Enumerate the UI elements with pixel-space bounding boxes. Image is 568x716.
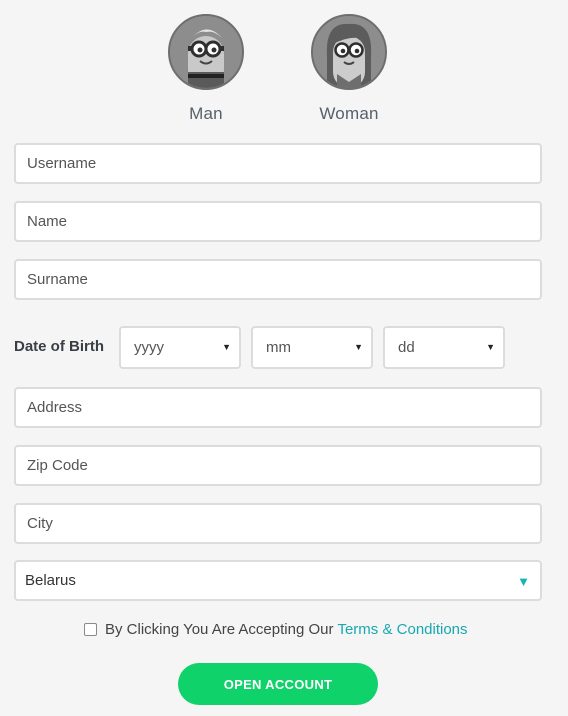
- chevron-down-icon: ▼: [222, 342, 231, 352]
- open-account-button[interactable]: OPEN ACCOUNT: [178, 663, 378, 705]
- woman-label[interactable]: Woman: [299, 104, 399, 124]
- address-field[interactable]: [14, 387, 542, 428]
- country-value: Belarus: [25, 572, 76, 589]
- terms-link[interactable]: Terms & Conditions: [337, 621, 467, 638]
- country-select[interactable]: Belarus ▼: [14, 560, 542, 601]
- terms-text: By Clicking You Are Accepting Our: [105, 620, 334, 638]
- dob-month-select[interactable]: mm ▼: [251, 326, 373, 369]
- dob-day-value: dd: [398, 339, 415, 356]
- dob-month-value: mm: [266, 339, 291, 356]
- zip-code-field[interactable]: [14, 445, 542, 486]
- surname-field[interactable]: [14, 259, 542, 300]
- dob-year-select[interactable]: yyyy ▼: [119, 326, 241, 369]
- chevron-down-icon: ▼: [486, 342, 495, 352]
- dob-day-select[interactable]: dd ▼: [383, 326, 505, 369]
- man-label[interactable]: Man: [156, 104, 256, 124]
- gender-option-man[interactable]: Man: [156, 14, 256, 124]
- woman-avatar-icon[interactable]: [311, 14, 387, 90]
- terms-row: By Clicking You Are Accepting Our Terms …: [84, 619, 468, 639]
- chevron-down-icon: ▼: [354, 342, 363, 352]
- name-field[interactable]: [14, 201, 542, 242]
- registration-form: Man Woman Date of Birth yyyy ▼ mm: [0, 0, 568, 716]
- date-of-birth-label: Date of Birth: [14, 338, 104, 355]
- man-avatar-icon[interactable]: [168, 14, 244, 90]
- gender-option-woman[interactable]: Woman: [299, 14, 399, 124]
- terms-checkbox[interactable]: [84, 622, 97, 636]
- caret-down-icon: ▼: [517, 574, 530, 589]
- username-field[interactable]: [14, 143, 542, 184]
- city-field[interactable]: [14, 503, 542, 544]
- dob-year-value: yyyy: [134, 339, 164, 356]
